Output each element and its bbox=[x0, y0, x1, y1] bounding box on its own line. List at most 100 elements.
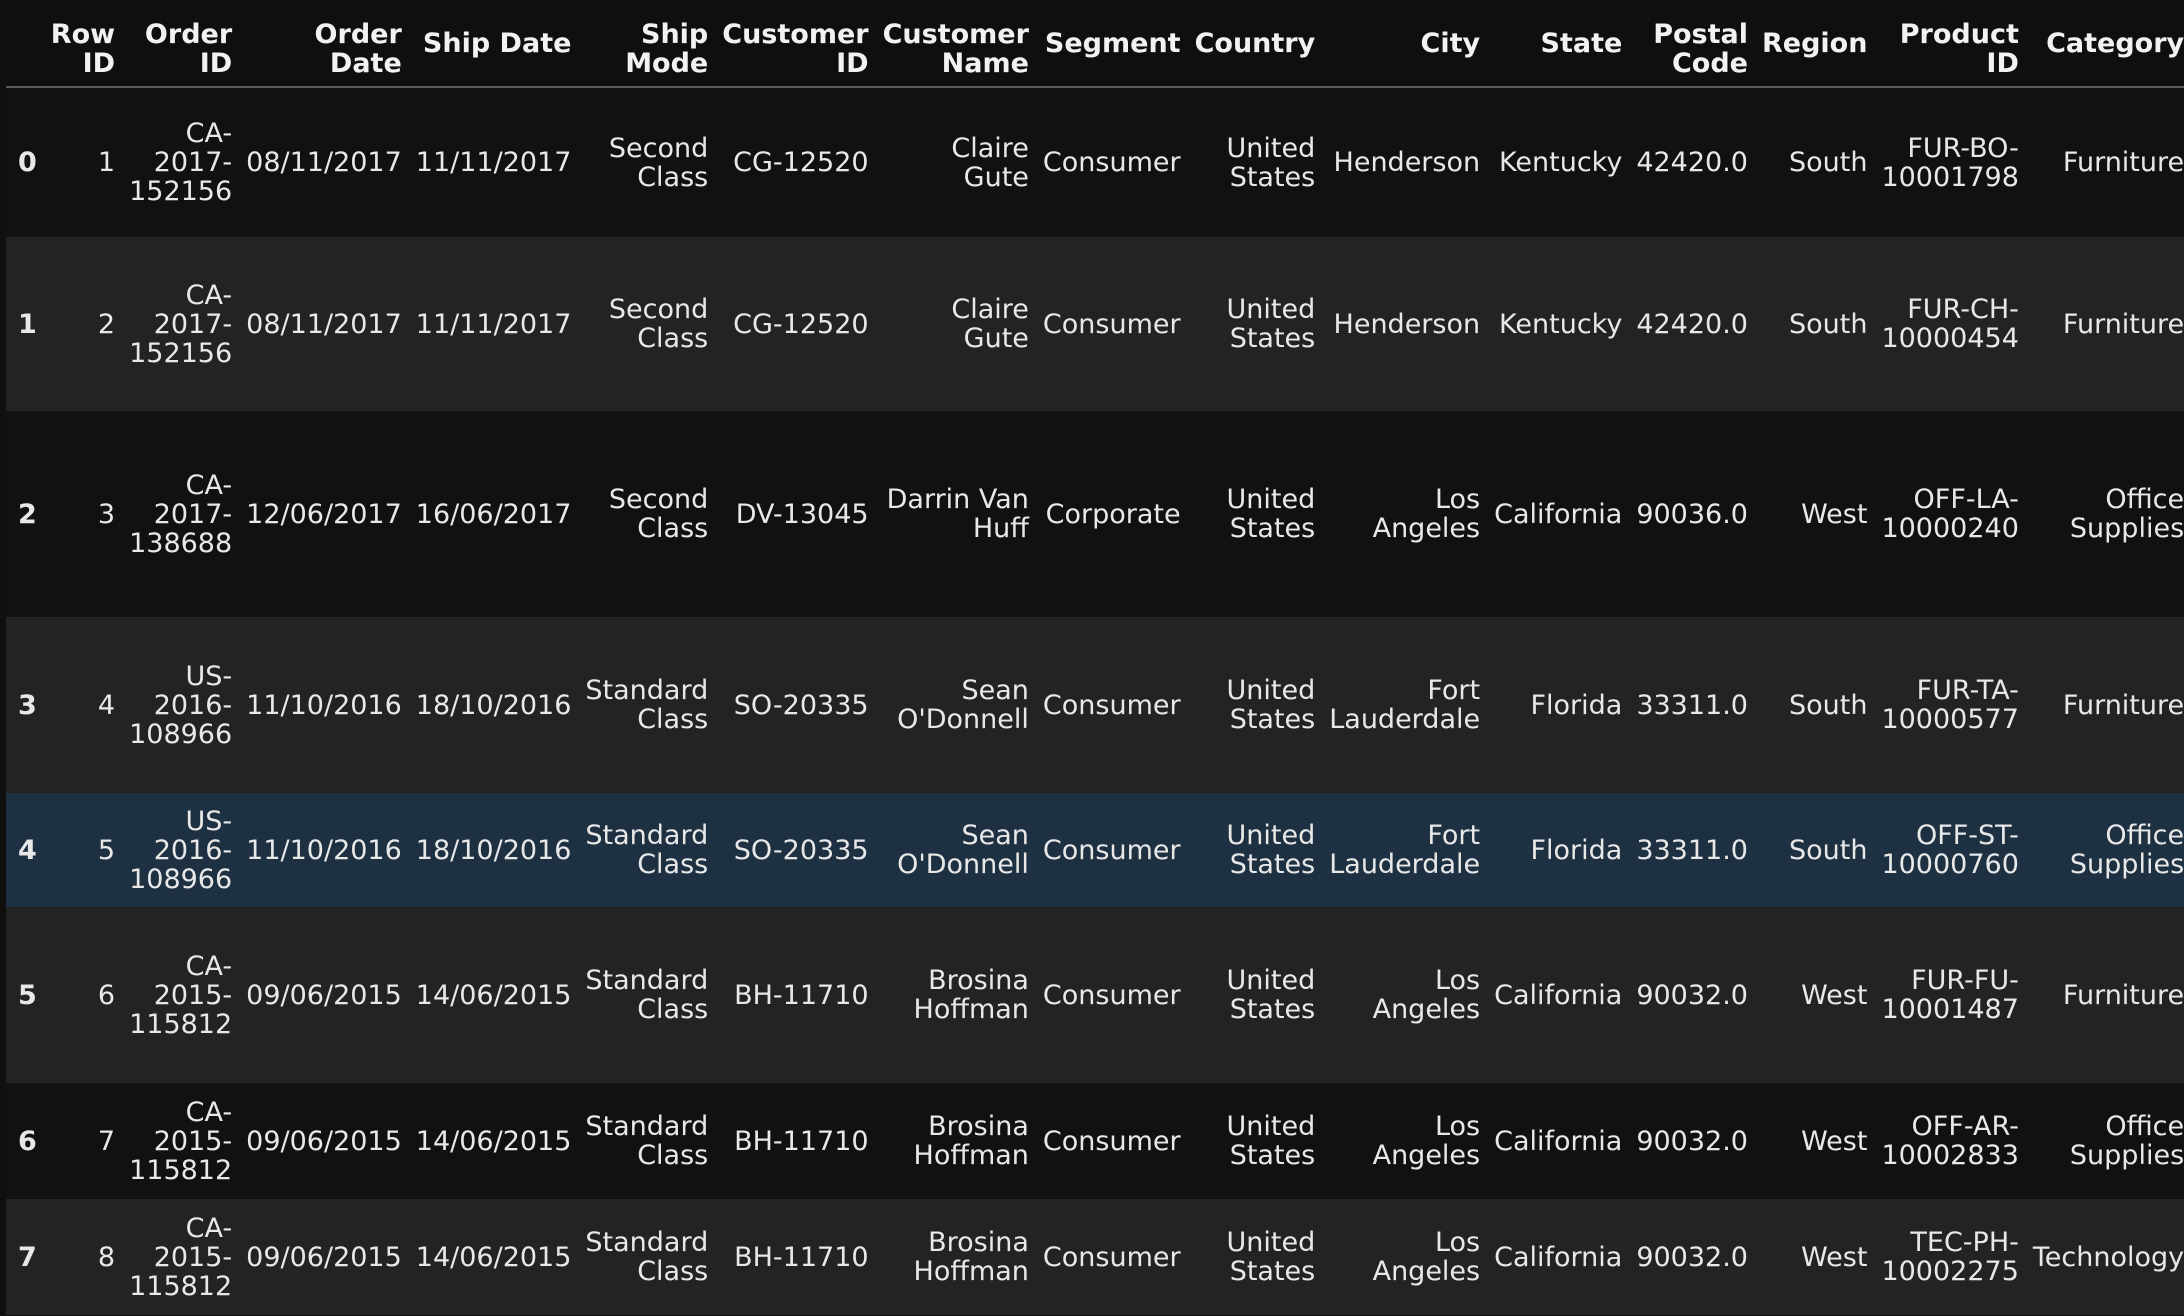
cell-row-id: 8 bbox=[97, 1241, 116, 1273]
table-row[interactable]: 1 2 CA-2017-152156 08/11/2017 11/11/2017 Seco… bbox=[6, 237, 2184, 411]
column-header-state: State bbox=[1487, 0, 1630, 88]
cell-city: Fort Lauderdale bbox=[1329, 820, 1481, 880]
cell-country: United States bbox=[1226, 675, 1316, 735]
column-header-region: Region bbox=[1754, 0, 1875, 88]
cell-ship-date: 14/06/2015 bbox=[415, 979, 572, 1011]
column-header-product-id: Product ID bbox=[1874, 0, 2026, 88]
column-header-city: City bbox=[1322, 0, 1488, 88]
cell-order-date: 12/06/2017 bbox=[246, 498, 402, 530]
column-header-ship-date: Ship Date bbox=[408, 0, 579, 88]
cell-ship-mode: Standard Class bbox=[585, 965, 709, 1025]
cell-segment: Consumer bbox=[1042, 1125, 1181, 1157]
cell-customer-id: BH-11710 bbox=[734, 1125, 869, 1157]
cell-row-id: 6 bbox=[97, 979, 116, 1011]
cell-postal-code: 42420.0 bbox=[1636, 147, 1748, 178]
cell-city: Henderson bbox=[1333, 308, 1481, 340]
cell-product-id: OFF-LA-10000240 bbox=[1881, 484, 2019, 544]
cell-ship-date: 16/06/2017 bbox=[415, 498, 572, 530]
cell-product-id: FUR-BO-10001798 bbox=[1881, 132, 2019, 193]
cell-order-date: 11/10/2016 bbox=[246, 689, 402, 721]
cell-row-id: 2 bbox=[97, 308, 116, 340]
cell-row-id: 1 bbox=[97, 147, 116, 178]
cell-customer-id: SO-20335 bbox=[733, 834, 869, 866]
cell-city: Los Angeles bbox=[1372, 1227, 1481, 1287]
cell-order-date: 09/06/2015 bbox=[246, 979, 402, 1011]
cell-product-id: OFF-ST-10000760 bbox=[1881, 820, 2019, 880]
cell-customer-id: SO-20335 bbox=[733, 689, 869, 721]
cell-ship-date: 11/11/2017 bbox=[415, 308, 572, 340]
cell-region: South bbox=[1788, 147, 1868, 178]
cell-ship-mode: Standard Class bbox=[585, 675, 709, 735]
row-index: 6 bbox=[18, 1125, 37, 1157]
cell-ship-date: 11/11/2017 bbox=[415, 147, 572, 178]
column-header-category: Category bbox=[2025, 0, 2184, 88]
cell-region: West bbox=[1801, 498, 1868, 530]
cell-customer-name: Brosina Hoffman bbox=[913, 965, 1029, 1025]
cell-product-id: OFF-AR-10002833 bbox=[1881, 1111, 2019, 1171]
cell-customer-name: Claire Gute bbox=[951, 294, 1029, 354]
cell-region: South bbox=[1788, 834, 1868, 866]
cell-category: Technology bbox=[2032, 1241, 2184, 1273]
cell-category: Furniture bbox=[2062, 689, 2184, 721]
row-index: 4 bbox=[18, 834, 37, 866]
table-row[interactable]: 0 1 CA-2017-152156 08/11/2017 11/11/2017 Seco… bbox=[6, 87, 2184, 237]
row-index: 7 bbox=[18, 1241, 37, 1273]
cell-state: California bbox=[1494, 1241, 1623, 1273]
dataframe-output: Row ID Order ID Order Date Ship Date Ship Mo… bbox=[0, 0, 2184, 1316]
cell-state: California bbox=[1494, 979, 1623, 1011]
cell-country: United States bbox=[1226, 1227, 1316, 1287]
column-header-postal-code: Postal Code bbox=[1629, 0, 1755, 88]
cell-ship-date: 14/06/2015 bbox=[415, 1241, 572, 1273]
column-header-customer-name: Customer Name bbox=[875, 0, 1036, 88]
table-row[interactable]: 2 3 CA-2017-138688 12/06/2017 16/06/2017 Seco… bbox=[6, 411, 2184, 617]
cell-ship-mode: Standard Class bbox=[585, 820, 709, 880]
column-header-ship-mode: Ship Mode bbox=[578, 0, 716, 88]
cell-ship-mode: Standard Class bbox=[585, 1227, 709, 1287]
cell-customer-id: CG-12520 bbox=[733, 308, 869, 340]
table-row[interactable]: 4 5 US-2016-108966 11/10/2016 18/10/2016 Stan… bbox=[6, 793, 2184, 907]
cell-region: South bbox=[1788, 689, 1868, 721]
cell-order-id: CA-2017-152156 bbox=[129, 118, 233, 207]
cell-country: United States bbox=[1226, 132, 1316, 193]
table-row[interactable]: 6 7 CA-2015-115812 09/06/2015 14/06/2015 Stan… bbox=[6, 1083, 2184, 1199]
cell-ship-mode: Second Class bbox=[608, 132, 709, 193]
cell-product-id: FUR-TA-10000577 bbox=[1881, 675, 2019, 735]
cell-country: United States bbox=[1226, 965, 1316, 1025]
table-body: 0 1 CA-2017-152156 08/11/2017 11/11/2017 Seco… bbox=[6, 87, 2184, 1315]
cell-postal-code: 42420.0 bbox=[1636, 308, 1748, 340]
cell-product-id: FUR-CH-10000454 bbox=[1881, 294, 2019, 354]
column-header-country: Country bbox=[1187, 0, 1323, 88]
cell-country: United States bbox=[1226, 1111, 1316, 1171]
cell-state: California bbox=[1494, 498, 1623, 530]
cell-region: West bbox=[1801, 1125, 1868, 1157]
cell-postal-code: 33311.0 bbox=[1636, 834, 1748, 866]
row-index: 0 bbox=[18, 147, 37, 178]
cell-customer-id: DV-13045 bbox=[735, 498, 869, 530]
cell-order-id: US-2016-108966 bbox=[129, 805, 233, 895]
cell-segment: Consumer bbox=[1042, 1241, 1181, 1273]
cell-ship-date: 14/06/2015 bbox=[415, 1125, 572, 1157]
row-index: 1 bbox=[18, 308, 37, 340]
cell-state: Florida bbox=[1530, 834, 1623, 866]
cell-country: United States bbox=[1226, 820, 1316, 880]
cell-country: United States bbox=[1226, 484, 1316, 544]
table-row[interactable]: 3 4 US-2016-108966 11/10/2016 18/10/2016 Stan… bbox=[6, 617, 2184, 793]
cell-row-id: 7 bbox=[97, 1125, 116, 1157]
cell-row-id: 3 bbox=[97, 498, 116, 530]
cell-state: California bbox=[1494, 1125, 1623, 1157]
cell-category: Office Supplies bbox=[2069, 1111, 2184, 1171]
cell-state: Florida bbox=[1530, 689, 1623, 721]
cell-row-id: 4 bbox=[97, 689, 116, 721]
cell-region: West bbox=[1801, 1241, 1868, 1273]
cell-ship-mode: Second Class bbox=[608, 484, 709, 544]
cell-order-id: CA-2015-115812 bbox=[129, 950, 233, 1040]
cell-segment: Consumer bbox=[1042, 689, 1181, 721]
cell-row-id: 5 bbox=[97, 834, 116, 866]
cell-customer-id: BH-11710 bbox=[734, 1241, 869, 1273]
table-row[interactable]: 7 8 CA-2015-115812 09/06/2015 14/06/2015 Stan… bbox=[6, 1199, 2184, 1315]
cell-customer-name: Brosina Hoffman bbox=[913, 1227, 1029, 1287]
cell-customer-name: Sean O'Donnell bbox=[897, 820, 1029, 880]
table-row[interactable]: 5 6 CA-2015-115812 09/06/2015 14/06/2015 Stan… bbox=[6, 907, 2184, 1083]
row-index: 3 bbox=[18, 689, 37, 721]
cell-postal-code: 90036.0 bbox=[1636, 498, 1748, 530]
